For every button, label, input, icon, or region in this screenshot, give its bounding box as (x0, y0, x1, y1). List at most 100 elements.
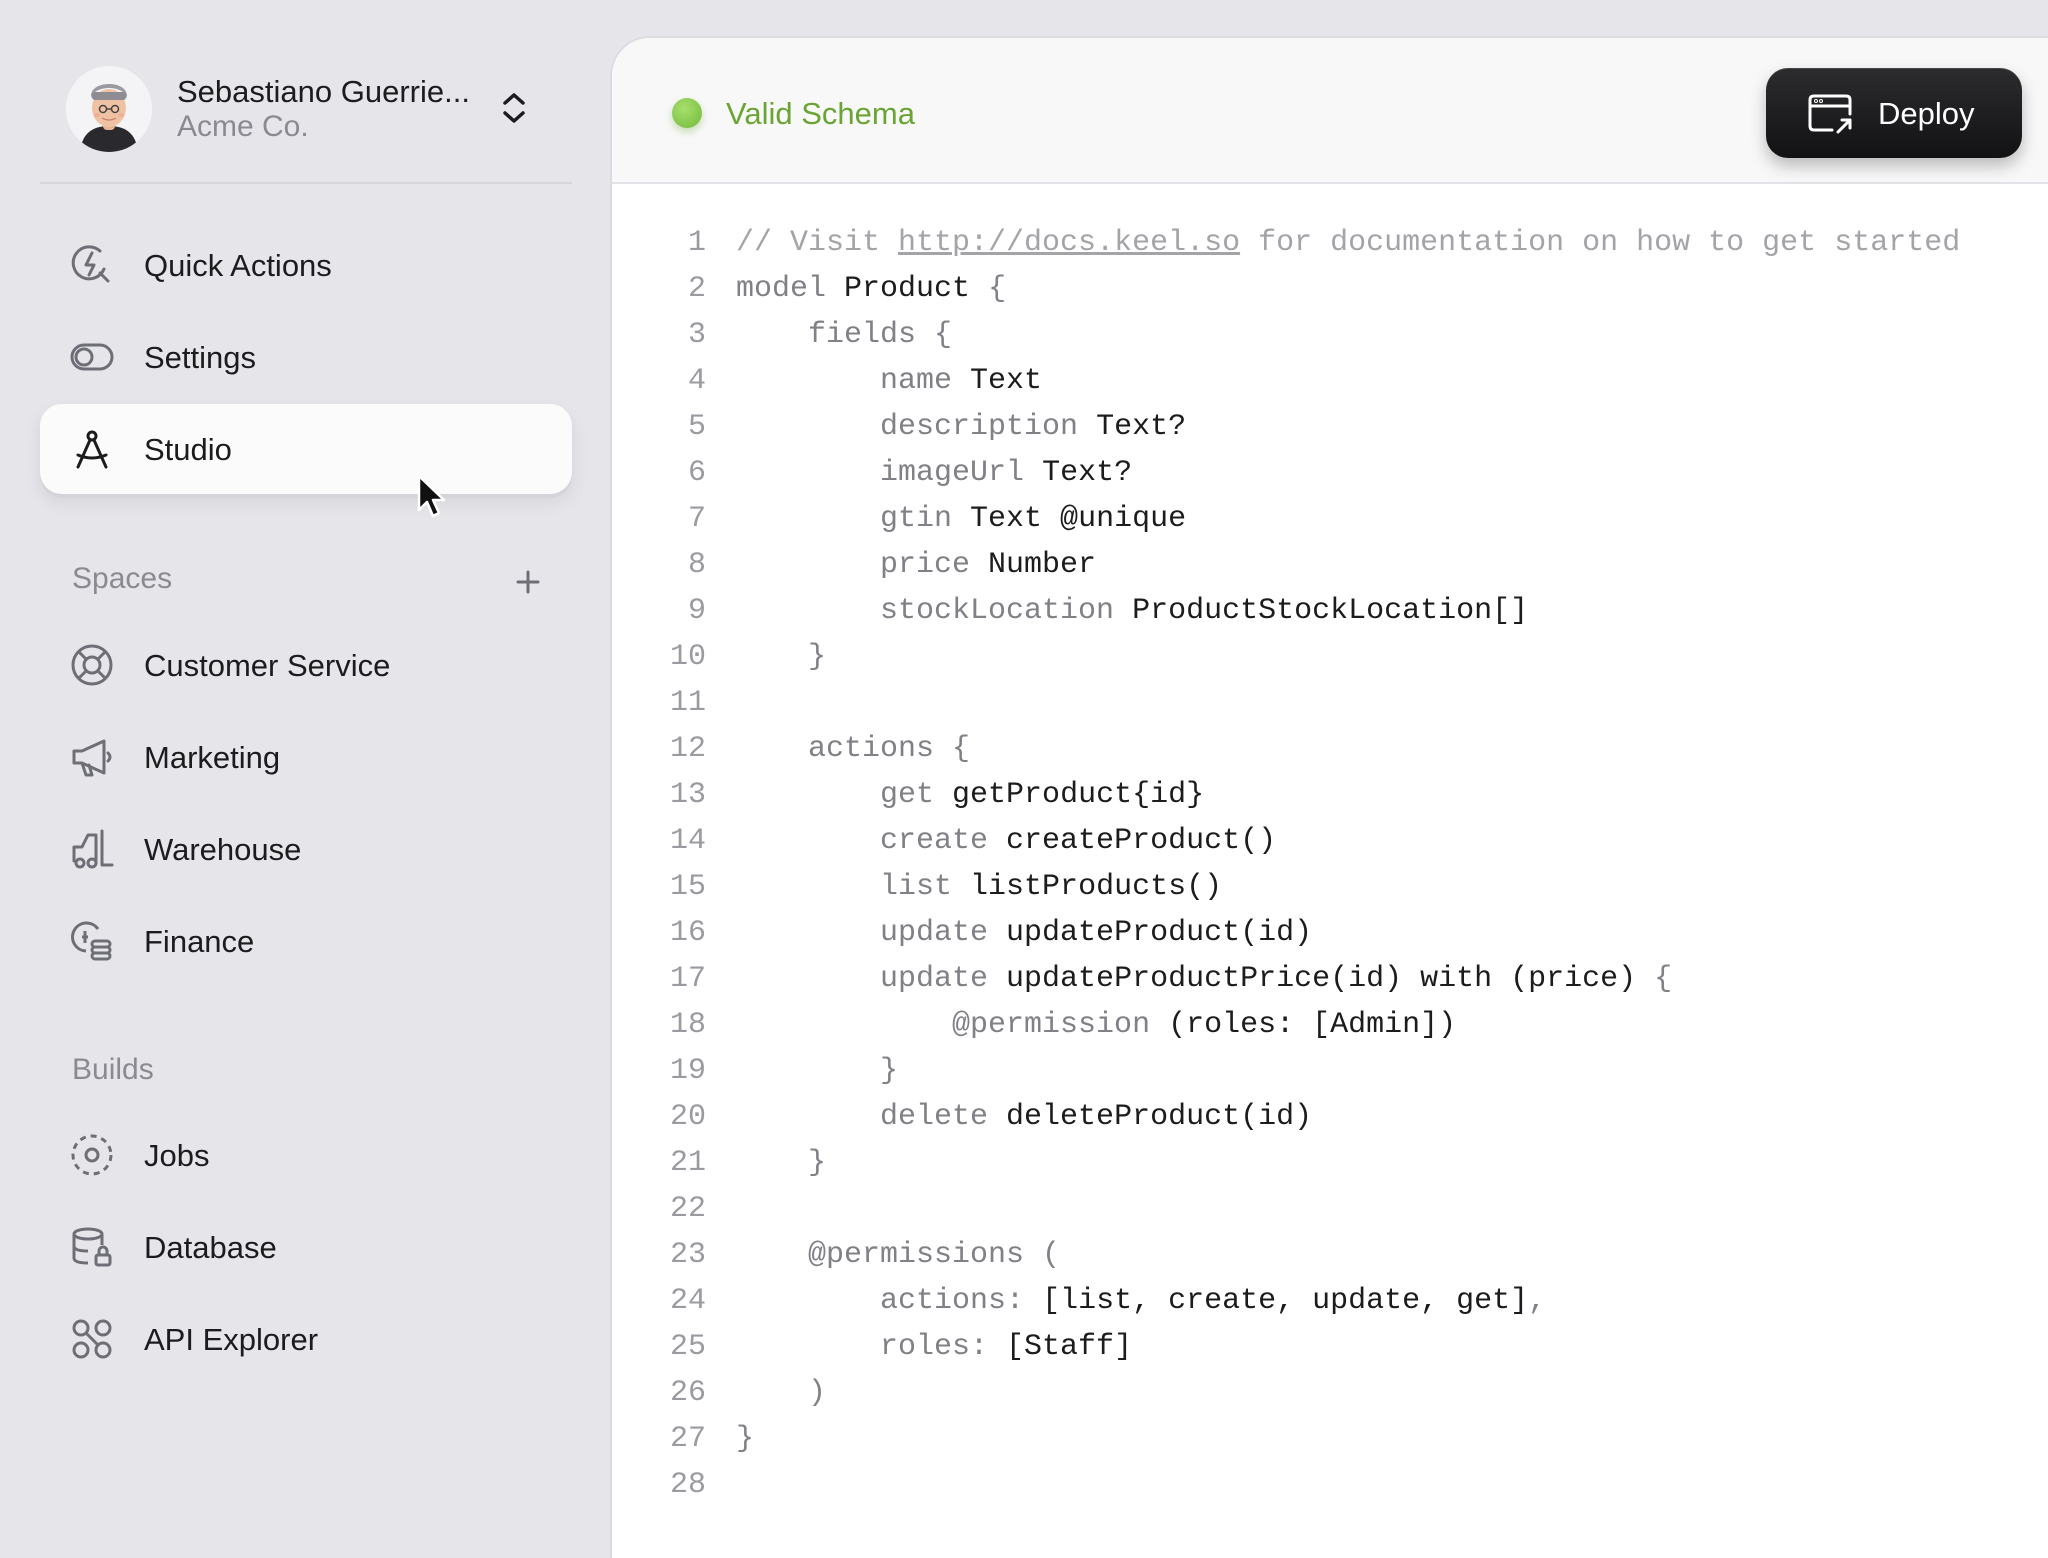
nav-item-jobs[interactable]: Jobs (40, 1110, 572, 1200)
coins-icon (70, 919, 114, 963)
code-line[interactable]: 1 // Visit http://docs.keel.so for docume… (612, 226, 2048, 272)
nav-item-studio[interactable]: Studio (40, 404, 572, 494)
code-line[interactable]: 19 } (612, 1054, 2048, 1100)
line-number: 5 (687, 410, 706, 444)
code-token: stockLocation (736, 594, 1133, 628)
code-text: actions { (736, 732, 970, 766)
line-number: 15 (669, 870, 706, 904)
code-line[interactable]: 4 name Text (612, 364, 2048, 410)
code-token: Text @unique (970, 502, 1187, 536)
code-line[interactable]: 27} (612, 1422, 2048, 1468)
code-token: Text? (1096, 410, 1187, 444)
code-token: Number (988, 548, 1097, 582)
code-line[interactable]: 7 gtin Text @unique (612, 502, 2048, 548)
code-line[interactable]: 11 (612, 686, 2048, 732)
code-line[interactable]: 26 ) (612, 1376, 2048, 1422)
line-number: 8 (687, 548, 706, 582)
code-text: ) (736, 1376, 826, 1410)
code-token: { (1654, 962, 1673, 996)
code-line[interactable]: 8 price Number (612, 548, 2048, 594)
code-token: deleteProduct(id) (1006, 1100, 1313, 1134)
code-line[interactable]: 16 update updateProduct(id) (612, 916, 2048, 962)
code-token: Text? (1042, 456, 1133, 490)
code-line[interactable]: 5 description Text? (612, 410, 2048, 456)
nav-item-settings[interactable]: Settings (40, 312, 572, 402)
code-text: @permissions ( (736, 1238, 1060, 1272)
sidebar: Sebastiano Guerrie... Acme Co. Quick Act… (0, 0, 612, 1536)
code-token: ProductStockLocation[] (1132, 594, 1529, 628)
schema-status: Valid Schema (726, 96, 915, 131)
code-text: description Text? (736, 410, 1186, 444)
line-number: 17 (669, 962, 706, 996)
megaphone-icon (70, 735, 114, 779)
code-line[interactable]: 28 (612, 1468, 2048, 1514)
code-token: getProduct{id} (952, 778, 1205, 812)
code-line[interactable]: 10 } (612, 640, 2048, 686)
code-token: actions { (736, 732, 971, 766)
nav-label: Quick Actions (144, 248, 332, 283)
nav-label: Jobs (144, 1138, 210, 1173)
line-number: 16 (669, 916, 706, 950)
code-line[interactable]: 3 fields { (612, 318, 2048, 364)
code-text: imageUrl Text? (736, 456, 1132, 490)
code-text: fields { (736, 318, 952, 352)
nav-item-marketing[interactable]: Marketing (40, 712, 572, 802)
code-token: fields { (736, 318, 953, 352)
nav-item-finance[interactable]: Finance (40, 896, 572, 986)
code-token: createProduct() (1006, 824, 1277, 858)
code-line[interactable]: 21 } (612, 1146, 2048, 1192)
line-number: 12 (669, 732, 706, 766)
code-text: } (736, 1146, 826, 1180)
nav-item-quick-actions[interactable]: Quick Actions (40, 220, 572, 310)
code-line[interactable]: 24 actions: [list, create, update, get], (612, 1284, 2048, 1330)
code-line[interactable]: 23 @permissions ( (612, 1238, 2048, 1284)
code-text: update updateProductPrice(id) with (pric… (736, 962, 1672, 996)
status-indicator-icon (672, 98, 702, 128)
profile-org: Acme Co. (177, 110, 309, 143)
code-line[interactable]: 22 (612, 1192, 2048, 1238)
code-line[interactable]: 9 stockLocation ProductStockLocation[] (612, 594, 2048, 640)
code-line[interactable]: 12 actions { (612, 732, 2048, 778)
nav-label: Marketing (144, 740, 281, 775)
nav-item-api-explorer[interactable]: API Explorer (40, 1294, 572, 1384)
code-token: actions: (736, 1284, 1043, 1318)
code-token: } (736, 1146, 827, 1180)
chevron-up-down-icon[interactable] (497, 86, 531, 130)
nav-item-customer-service[interactable]: Customer Service (40, 620, 572, 710)
plus-icon[interactable] (512, 566, 544, 598)
nav-item-warehouse[interactable]: Warehouse (40, 804, 572, 894)
code-line[interactable]: 17 update updateProductPrice(id) with (p… (612, 962, 2048, 1008)
code-token: http://docs.keel.so (898, 226, 1241, 260)
line-number: 21 (669, 1146, 706, 1180)
code-line[interactable]: 25 roles: [Staff] (612, 1330, 2048, 1376)
code-line[interactable]: 14 create createProduct() (612, 824, 2048, 870)
deploy-button[interactable]: Deploy (1766, 68, 2022, 158)
deploy-label: Deploy (1878, 96, 1975, 131)
code-line[interactable]: 15 list listProducts() (612, 870, 2048, 916)
code-token: create (736, 824, 1007, 858)
code-token: price (736, 548, 989, 582)
divider (40, 182, 572, 184)
code-token: imageUrl (736, 456, 1043, 490)
code-line[interactable]: 13 get getProduct{id} (612, 778, 2048, 824)
line-number: 19 (669, 1054, 706, 1088)
code-text: list listProducts() (736, 870, 1222, 904)
code-line[interactable]: 20 delete deleteProduct(id) (612, 1100, 2048, 1146)
nav-item-database[interactable]: Database (40, 1202, 572, 1292)
jobs-icon (70, 1133, 114, 1177)
nav-label: API Explorer (144, 1322, 319, 1357)
account-switcher[interactable]: Sebastiano Guerrie... Acme Co. (40, 58, 572, 184)
line-number: 28 (669, 1468, 706, 1502)
code-token: [Staff] (1006, 1330, 1133, 1364)
code-token: } (736, 1422, 755, 1456)
code-token: name (736, 364, 971, 398)
code-token: gtin (736, 502, 971, 536)
code-line[interactable]: 2 model Product { (612, 272, 2048, 318)
code-token: } (736, 640, 827, 674)
code-line[interactable]: 18 @permission (roles: [Admin]) (612, 1008, 2048, 1054)
line-number: 10 (669, 640, 706, 674)
code-text: @permission (roles: [Admin]) (736, 1008, 1456, 1042)
code-line[interactable]: 6 imageUrl Text? (612, 456, 2048, 502)
code-token: ) (736, 1376, 827, 1410)
code-token: list (736, 870, 971, 904)
